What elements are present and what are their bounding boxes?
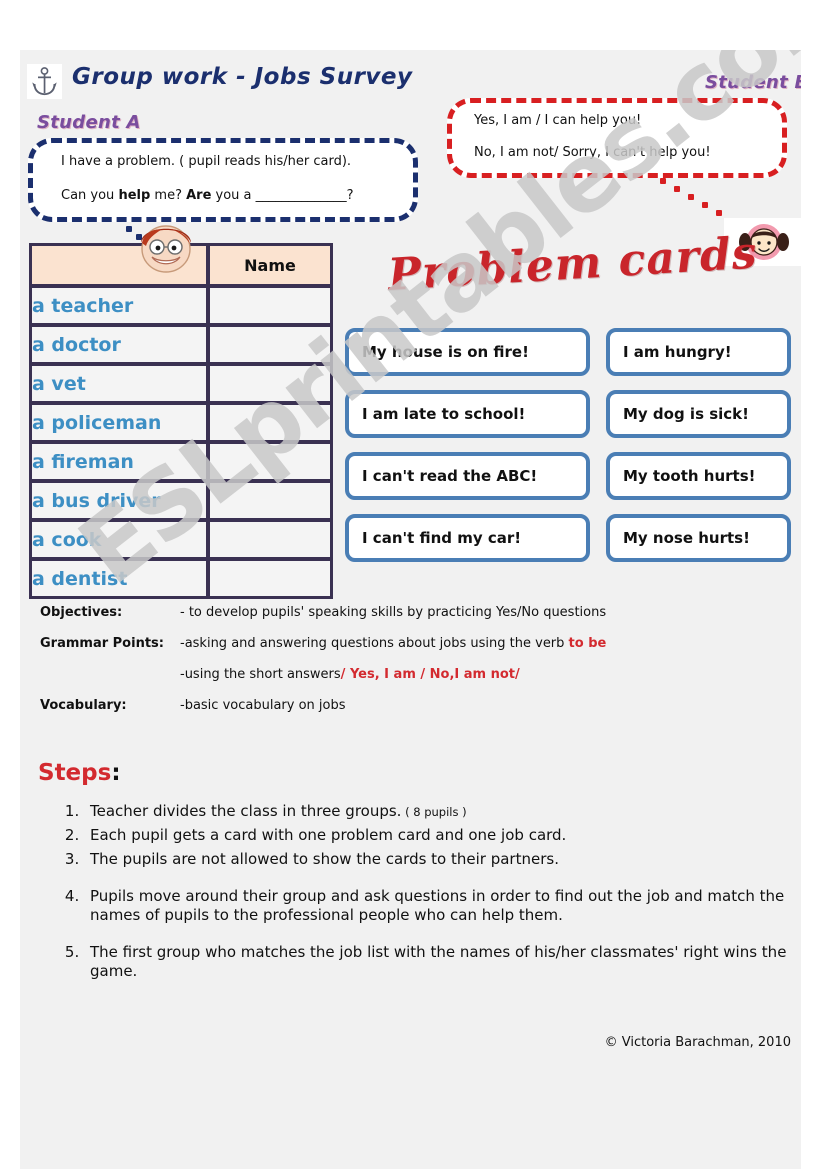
boy-face-icon [130, 213, 202, 275]
objectives-row: Objectives: - to develop pupils' speakin… [40, 605, 780, 623]
job-cell: a policeman [31, 404, 207, 441]
name-cell[interactable] [209, 443, 331, 480]
problem-card[interactable]: I can't read the ABC! [345, 452, 590, 500]
grammar-value-1-text: -asking and answering questions about jo… [180, 636, 569, 651]
step-note: ( 8 pupils ) [401, 805, 467, 819]
student-b-label: Student B [705, 72, 801, 93]
steps-list: Teacher divides the class in three group… [56, 802, 801, 986]
bubble-b-line-2: No, I am not/ Sorry, I can't help you! [474, 145, 711, 160]
table-row: a cook [31, 521, 331, 558]
steps-title-text: Steps [38, 760, 112, 786]
problem-cards-grid: My house is on fire! I am hungry! I am l… [345, 328, 791, 576]
bubble-a-l2-pre: Can you [61, 188, 119, 203]
name-cell[interactable] [209, 326, 331, 363]
boy-face-svg [141, 225, 191, 273]
table-row: a dentist [31, 560, 331, 597]
vocabulary-label: Vocabulary: [40, 698, 127, 713]
grammar-value-2-highlight: / Yes, I am / No,I am not/ [340, 667, 520, 682]
bubble-b-tail-dot [688, 194, 694, 200]
vocabulary-value: -basic vocabulary on jobs [180, 698, 346, 713]
jobs-survey-table: Name a teacher a doctor a vet a policema… [29, 243, 333, 599]
problem-card[interactable]: My house is on fire! [345, 328, 590, 376]
anchor-icon-svg [32, 67, 57, 96]
job-cell: a dentist [31, 560, 207, 597]
grammar-value-2-text: -using the short answers [180, 667, 341, 682]
list-item: Each pupil gets a card with one problem … [84, 826, 801, 845]
name-cell[interactable] [209, 560, 331, 597]
grammar-row-2: -using the short answers/ Yes, I am / No… [40, 667, 780, 685]
bubble-b-line-1: Yes, I am / I can help you! [474, 113, 642, 128]
page-title: Group work - Jobs Survey [72, 64, 413, 90]
info-section: Objectives: - to develop pupils' speakin… [40, 605, 780, 729]
list-item: Pupils move around their group and ask q… [84, 887, 801, 925]
objectives-value: - to develop pupils' speaking skills by … [180, 605, 607, 620]
step-text: Pupils move around their group and ask q… [90, 887, 785, 925]
grammar-value-1-highlight: to be [568, 636, 607, 651]
bubble-a-l2-mid: me? [150, 188, 187, 203]
step-text: The first group who matches the job list… [90, 943, 787, 981]
problem-card-row: I am late to school! My dog is sick! [345, 390, 791, 438]
table-row: a fireman [31, 443, 331, 480]
problem-card-row: I can't find my car! My nose hurts! [345, 514, 791, 562]
steps-title-colon: : [111, 760, 121, 786]
student-a-speech-bubble: I have a problem. ( pupil reads his/her … [28, 138, 418, 222]
steps-title: Steps: [38, 760, 121, 786]
problem-card[interactable]: My nose hurts! [606, 514, 791, 562]
step-text: The pupils are not allowed to show the c… [90, 850, 559, 869]
list-item: The pupils are not allowed to show the c… [84, 850, 801, 869]
copyright-notice: © Victoria Barachman, 2010 [604, 1035, 791, 1050]
job-cell: a fireman [31, 443, 207, 480]
bubble-b-tail-dot [674, 186, 680, 192]
problem-card[interactable]: I am late to school! [345, 390, 590, 438]
worksheet-page: ESLprintables.com Group work - Jobs Surv… [20, 50, 801, 1169]
table-row: a doctor [31, 326, 331, 363]
step-text: Teacher divides the class in three group… [90, 802, 402, 820]
anchor-icon [27, 64, 62, 99]
bubble-a-l2-bold-help: help [118, 188, 151, 203]
bubble-a-l2-bold-are: Are [186, 188, 212, 203]
job-cell: a cook [31, 521, 207, 558]
student-a-label: Student A [37, 112, 141, 133]
problem-card[interactable]: I am hungry! [606, 328, 791, 376]
bubble-a-l2-suffix: you a ______________? [211, 188, 354, 203]
student-b-speech-bubble: Yes, I am / I can help you! No, I am not… [447, 98, 787, 178]
objectives-label: Objectives: [40, 605, 123, 620]
problem-card-row: My house is on fire! I am hungry! [345, 328, 791, 376]
job-cell: a vet [31, 365, 207, 402]
vocabulary-row: Vocabulary: -basic vocabulary on jobs [40, 698, 780, 716]
name-cell[interactable] [209, 521, 331, 558]
list-item: Teacher divides the class in three group… [84, 802, 801, 821]
problem-cards-title: Problem cards [386, 227, 759, 301]
list-item: The first group who matches the job list… [84, 943, 801, 981]
table-row: a bus driver [31, 482, 331, 519]
name-cell[interactable] [209, 287, 331, 324]
name-cell[interactable] [209, 365, 331, 402]
table-header-name: Name [209, 245, 331, 285]
name-cell[interactable] [209, 404, 331, 441]
problem-card[interactable]: I can't find my car! [345, 514, 590, 562]
grammar-label: Grammar Points: [40, 636, 164, 651]
problem-card-row: I can't read the ABC! My tooth hurts! [345, 452, 791, 500]
grammar-value-1: -asking and answering questions about jo… [180, 636, 780, 651]
problem-card[interactable]: My tooth hurts! [606, 452, 791, 500]
bubble-b-tail-dot [660, 178, 666, 184]
problem-card[interactable]: My dog is sick! [606, 390, 791, 438]
bubble-a-line-1: I have a problem. ( pupil reads his/her … [61, 154, 352, 169]
name-cell[interactable] [209, 482, 331, 519]
table-row: a policeman [31, 404, 331, 441]
grammar-row: Grammar Points: -asking and answering qu… [40, 636, 780, 654]
step-text: Each pupil gets a card with one problem … [90, 826, 567, 845]
bubble-b-tail-dot [702, 202, 708, 208]
bubble-a-line-2: Can you help me? Are you a _____________… [61, 188, 354, 203]
grammar-value-2: -using the short answers/ Yes, I am / No… [180, 667, 780, 682]
job-cell: a teacher [31, 287, 207, 324]
table-row: a vet [31, 365, 331, 402]
job-cell: a doctor [31, 326, 207, 363]
table-row: a teacher [31, 287, 331, 324]
job-cell: a bus driver [31, 482, 207, 519]
bubble-b-tail-dot [716, 210, 722, 216]
